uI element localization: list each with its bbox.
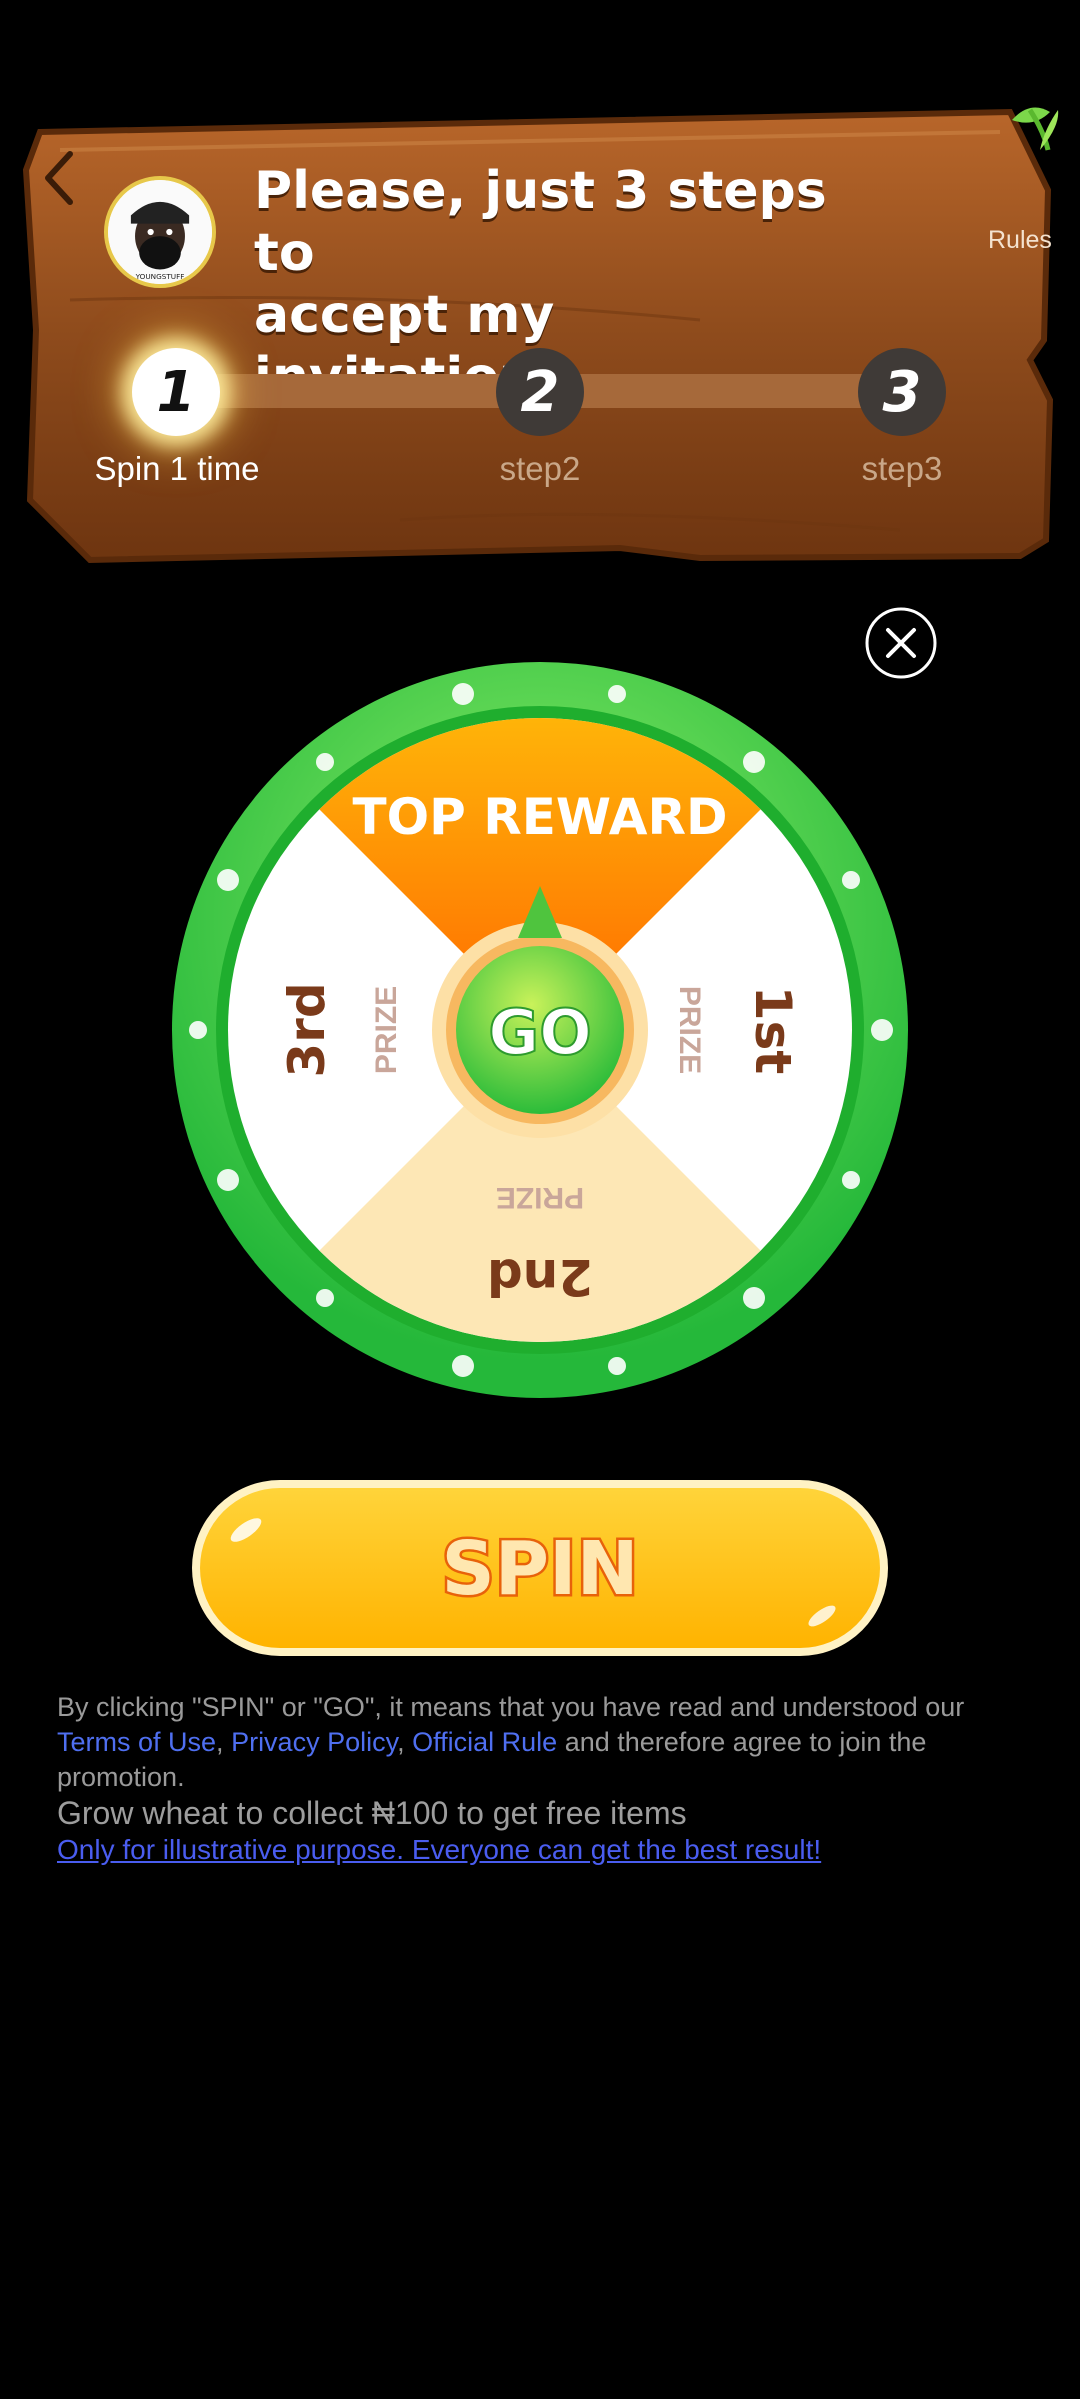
step-3-label: step3 [861,450,943,487]
spin-label: SPIN [442,1526,639,1612]
spin-button[interactable]: SPIN [190,1478,890,1658]
invitation-banner: YOUNGSTUFF Please, just 3 steps to accep… [0,0,1080,580]
top-reward-label: TOP REWARD [353,788,728,846]
go-label: GO [488,996,592,1069]
step-3-circle: 3 [858,348,946,436]
second-prize-sub: PRIZE [496,1181,584,1214]
step-2-circle: 2 [496,348,584,436]
illustrative-link[interactable]: Only for illustrative purpose. Everyone … [57,1831,1017,1869]
terms-text-before: By clicking "SPIN" or "GO", it means tha… [57,1692,965,1722]
step-1-circle: 1 [132,348,220,436]
avatar-caption: YOUNGSTUFF [135,272,185,281]
first-prize-sub: PRIZE [673,986,706,1074]
title-line-1: Please, just 3 steps to [254,161,827,283]
terms-notice: By clicking "SPIN" or "GO", it means tha… [57,1690,1017,1795]
avatar-image: YOUNGSTUFF [108,180,212,284]
terms-sep-2: , [397,1727,413,1757]
rules-link[interactable]: Rules [988,226,1052,255]
back-chevron-icon[interactable] [40,148,80,208]
step-1-label: Spin 1 time [94,450,260,487]
prize-wheel: TOP REWARD 1st PRIZE 3rd PRIZE 2nd PRIZE… [172,662,908,1398]
privacy-policy-link[interactable]: Privacy Policy [231,1727,397,1757]
official-rule-link[interactable]: Official Rule [412,1727,557,1757]
terms-of-use-link[interactable]: Terms of Use [57,1727,216,1757]
second-prize-label: 2nd [487,1248,593,1306]
legal-section: By clicking "SPIN" or "GO", it means tha… [57,1690,1017,1869]
terms-sep-1: , [216,1727,232,1757]
step-2-label: step2 [499,450,581,487]
third-prize-sub: PRIZE [370,986,403,1074]
third-prize-label: 3rd [278,982,336,1077]
avatar: YOUNGSTUFF [104,176,216,288]
first-prize-label: 1st [744,986,802,1074]
grow-wheat-text: Grow wheat to collect ₦100 to get free i… [57,1795,687,1831]
